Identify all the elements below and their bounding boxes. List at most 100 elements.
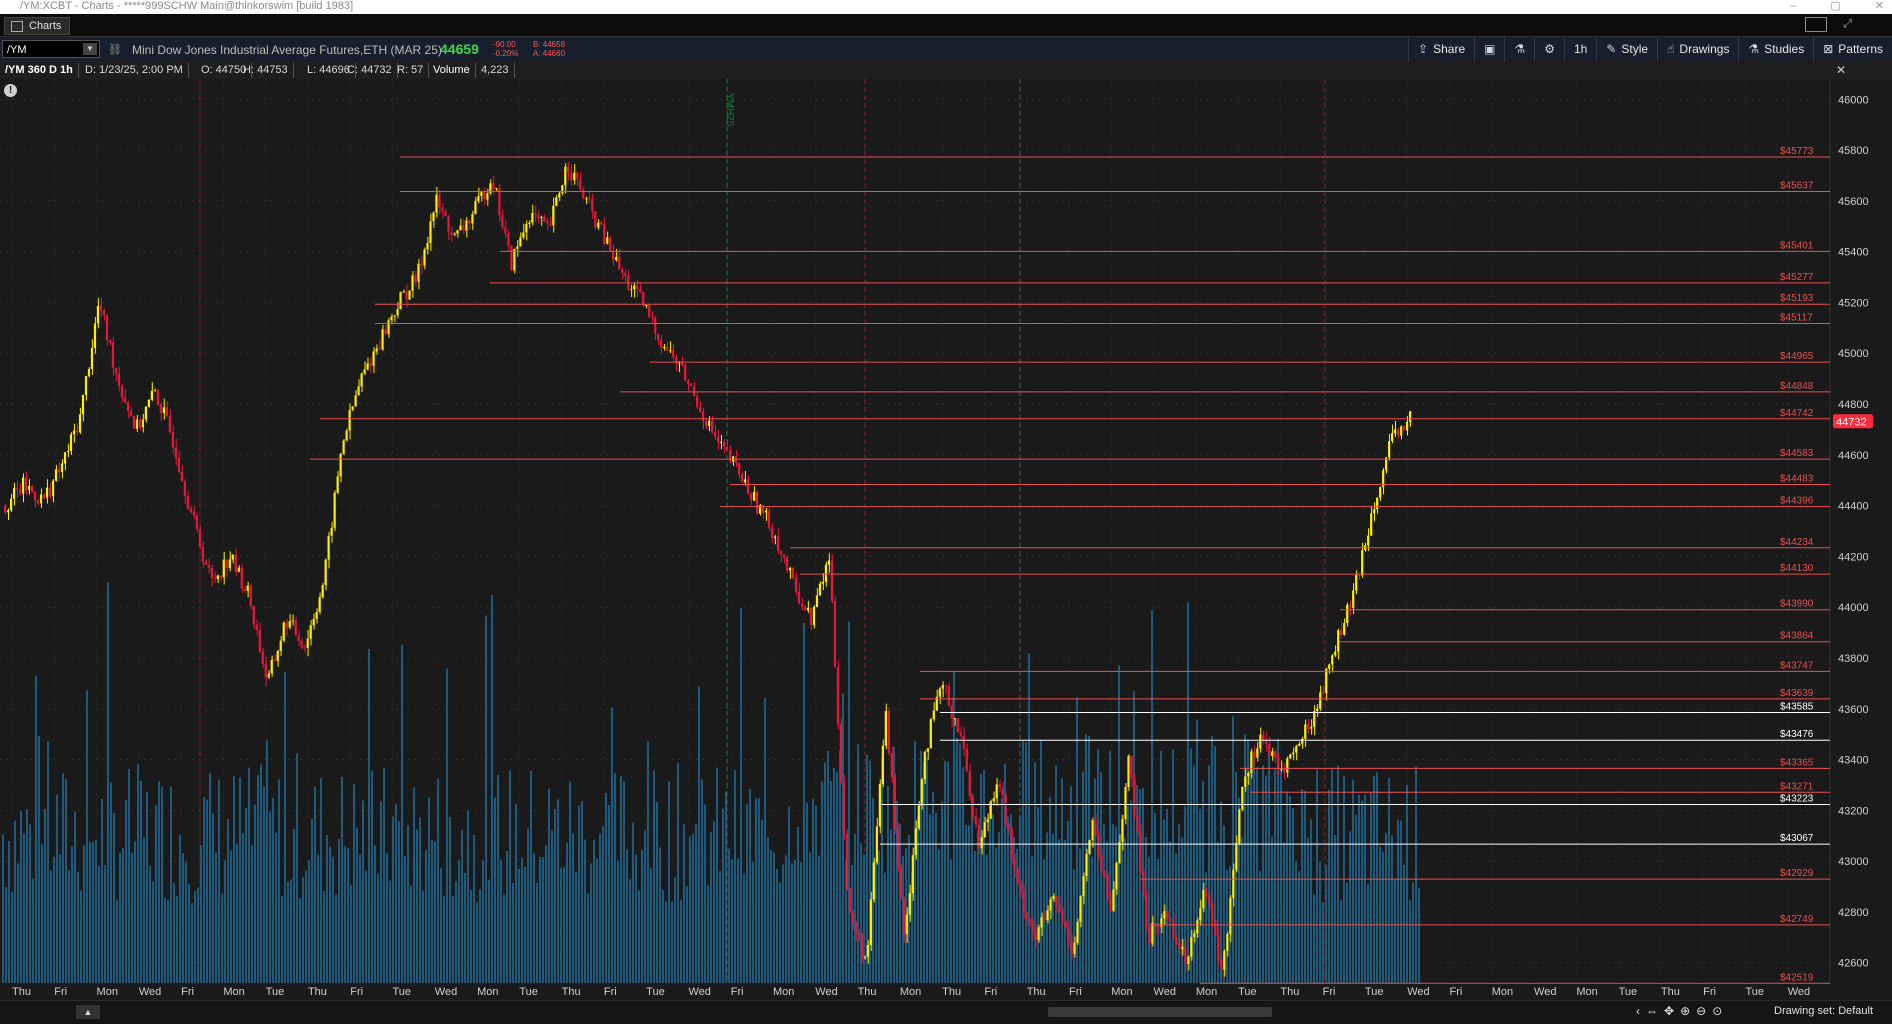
volume-bar — [1370, 791, 1372, 983]
volume-bar — [446, 668, 448, 983]
horizontal-scrollbar[interactable] — [1048, 1007, 1272, 1017]
symbol-input[interactable]: /YM ▼ — [2, 40, 100, 58]
volume-bar — [452, 895, 454, 983]
drawings-button[interactable]: ☝ Drawings — [1657, 37, 1738, 62]
candle-body — [537, 214, 540, 218]
snapshot-button[interactable]: ▣ — [1474, 37, 1504, 62]
x-tick-label: Thu — [12, 986, 31, 996]
volume-bar — [689, 836, 691, 983]
expand-icon[interactable]: ⇔ — [1646, 1004, 1658, 1018]
volume-bar — [533, 853, 535, 983]
volume-bar — [752, 861, 754, 983]
layout-icon[interactable] — [1805, 17, 1828, 32]
candle-body — [1409, 411, 1412, 422]
volume-bar — [431, 840, 433, 983]
settings-button[interactable]: ⚙ — [1534, 37, 1564, 62]
volume-bar — [860, 843, 862, 983]
volume-bar — [1124, 838, 1126, 983]
volume-bar — [410, 885, 412, 983]
candle-body — [1388, 441, 1391, 458]
candle-body — [1064, 921, 1067, 928]
flask-button[interactable]: ⚗ — [1504, 37, 1534, 62]
volume-bar — [557, 799, 559, 983]
volume-bar — [1376, 772, 1378, 983]
volume-bar — [1382, 851, 1384, 983]
drawing-set-label[interactable]: Drawing set: Default — [1774, 1005, 1873, 1017]
chart-area[interactable]: 42600 42800 43000 43200 43400 43600 43800 44000… — [0, 79, 1892, 996]
studies-label: Studies — [1764, 42, 1805, 56]
chart-label[interactable]: /YM 360 D 1h — [0, 63, 79, 78]
candle-body — [75, 430, 79, 433]
candle-body — [1067, 927, 1070, 941]
volume-bar — [245, 808, 247, 983]
volume-bar — [131, 852, 133, 983]
volume-bar — [344, 846, 346, 983]
candle-body — [1010, 830, 1013, 860]
x-tick-label: Thu — [1280, 986, 1299, 996]
candle-body — [1046, 910, 1049, 921]
collapse-panel-icon[interactable]: ▲ — [76, 1005, 100, 1019]
level-label: $43585 — [1780, 702, 1814, 713]
candle-body — [303, 647, 306, 649]
volume-bar — [428, 797, 430, 983]
patterns-button[interactable]: ⊠ Patterns — [1813, 37, 1892, 62]
style-button[interactable]: ✎ Style — [1596, 37, 1657, 62]
volume-bar — [767, 837, 769, 983]
volume-bar — [725, 791, 727, 983]
candle-body — [914, 828, 917, 856]
candle-body — [393, 315, 396, 317]
candle-body — [1199, 908, 1202, 921]
maximize-button[interactable]: ▢ — [1830, 0, 1840, 13]
volume-bar — [695, 824, 697, 983]
x-tick-label: Thu — [942, 986, 961, 996]
zoom-out-icon[interactable]: ⊖ — [1696, 1004, 1706, 1018]
y-tick-label: 44600 — [1838, 450, 1869, 462]
volume-bar — [914, 740, 916, 983]
candle-body — [612, 251, 615, 261]
price-chart[interactable]: 42600 42800 43000 43200 43400 43600 43800 44000… — [0, 79, 1892, 996]
y-tick-label: 43600 — [1838, 704, 1869, 716]
candle-body — [519, 237, 522, 247]
candle-body — [1319, 692, 1322, 709]
crosshair-toggle-icon[interactable]: ✕ — [1836, 63, 1846, 77]
candle-body — [1034, 931, 1037, 941]
symbol-dropdown-icon[interactable]: ▼ — [83, 43, 97, 55]
move-icon[interactable]: ✥ — [1664, 1004, 1674, 1018]
candle-body — [710, 420, 714, 433]
link-icon[interactable]: ⛓ — [108, 43, 122, 56]
candle-body — [138, 419, 142, 428]
candle-body — [983, 822, 986, 838]
candle-body — [246, 585, 249, 591]
volume-bar — [257, 774, 259, 983]
volume-bar — [737, 858, 739, 983]
patterns-icon: ⊠ — [1823, 42, 1834, 56]
share-button[interactable]: ⇪ Share — [1408, 37, 1474, 62]
close-button[interactable]: ✕ — [1875, 0, 1884, 13]
y-tick-label: 42800 — [1838, 907, 1869, 919]
hand-icon: ☝ — [1667, 42, 1675, 56]
candle-body — [180, 471, 183, 482]
volume-bar — [518, 868, 520, 983]
candle-body — [1241, 786, 1244, 810]
level-label: $44396 — [1780, 496, 1814, 507]
candle-body — [1349, 604, 1352, 609]
candle-body — [1151, 923, 1154, 944]
tab-charts[interactable]: Charts — [4, 17, 71, 35]
volume-bar — [782, 864, 784, 983]
candle-body — [6, 510, 10, 513]
alert-icon[interactable]: ! — [4, 84, 17, 97]
zoom-reset-icon[interactable]: ⊙ — [1712, 1004, 1722, 1018]
volume-bar — [1028, 653, 1030, 983]
zoom-in-icon[interactable]: ⊕ — [1680, 1004, 1690, 1018]
interval-button[interactable]: 1h — [1564, 37, 1596, 62]
volume-bar — [527, 828, 529, 983]
candle-body — [1088, 839, 1091, 854]
volume-bar — [11, 892, 13, 983]
studies-button[interactable]: ⚗ Studies — [1738, 37, 1813, 62]
pop-out-icon[interactable]: ⤢ — [1843, 18, 1852, 31]
candle-body — [105, 315, 109, 341]
scroll-left-icon[interactable]: ‹ — [1636, 1004, 1640, 1018]
volume-bar — [44, 808, 46, 983]
candle-body — [555, 197, 558, 206]
minimize-button[interactable]: – — [1790, 0, 1796, 13]
